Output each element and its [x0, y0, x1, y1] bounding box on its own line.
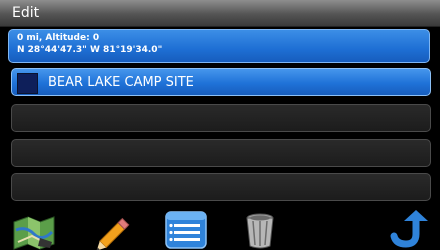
list-item-selected[interactable]: BEAR LAKE CAMP SITE: [11, 68, 431, 96]
list-item[interactable]: [11, 173, 431, 201]
back-button[interactable]: [382, 208, 430, 250]
list-item-label: BEAR LAKE CAMP SITE: [48, 75, 194, 90]
coordinates-text: N 28°44'47.3" W 81°19'34.0": [17, 45, 163, 55]
notes-button[interactable]: [162, 208, 210, 250]
edit-button[interactable]: [92, 208, 140, 250]
color-swatch: [17, 73, 38, 94]
page-title: Edit: [12, 5, 40, 21]
trash-icon: [246, 213, 274, 249]
delete-button[interactable]: [236, 208, 284, 250]
notes-icon: [165, 211, 207, 249]
list-item[interactable]: [11, 139, 431, 167]
location-info-panel: 0 mi, Altitude: 0 N 28°44'47.3" W 81°19'…: [8, 29, 430, 63]
pencil-icon: [96, 217, 130, 250]
back-arrow-icon: [390, 210, 428, 248]
bottom-toolbar: [0, 208, 440, 250]
map-icon: [13, 216, 55, 250]
distance-altitude-text: 0 mi, Altitude: 0: [17, 33, 100, 43]
list-item[interactable]: [11, 104, 431, 132]
map-button[interactable]: [10, 208, 58, 250]
title-bar: Edit: [0, 0, 440, 27]
